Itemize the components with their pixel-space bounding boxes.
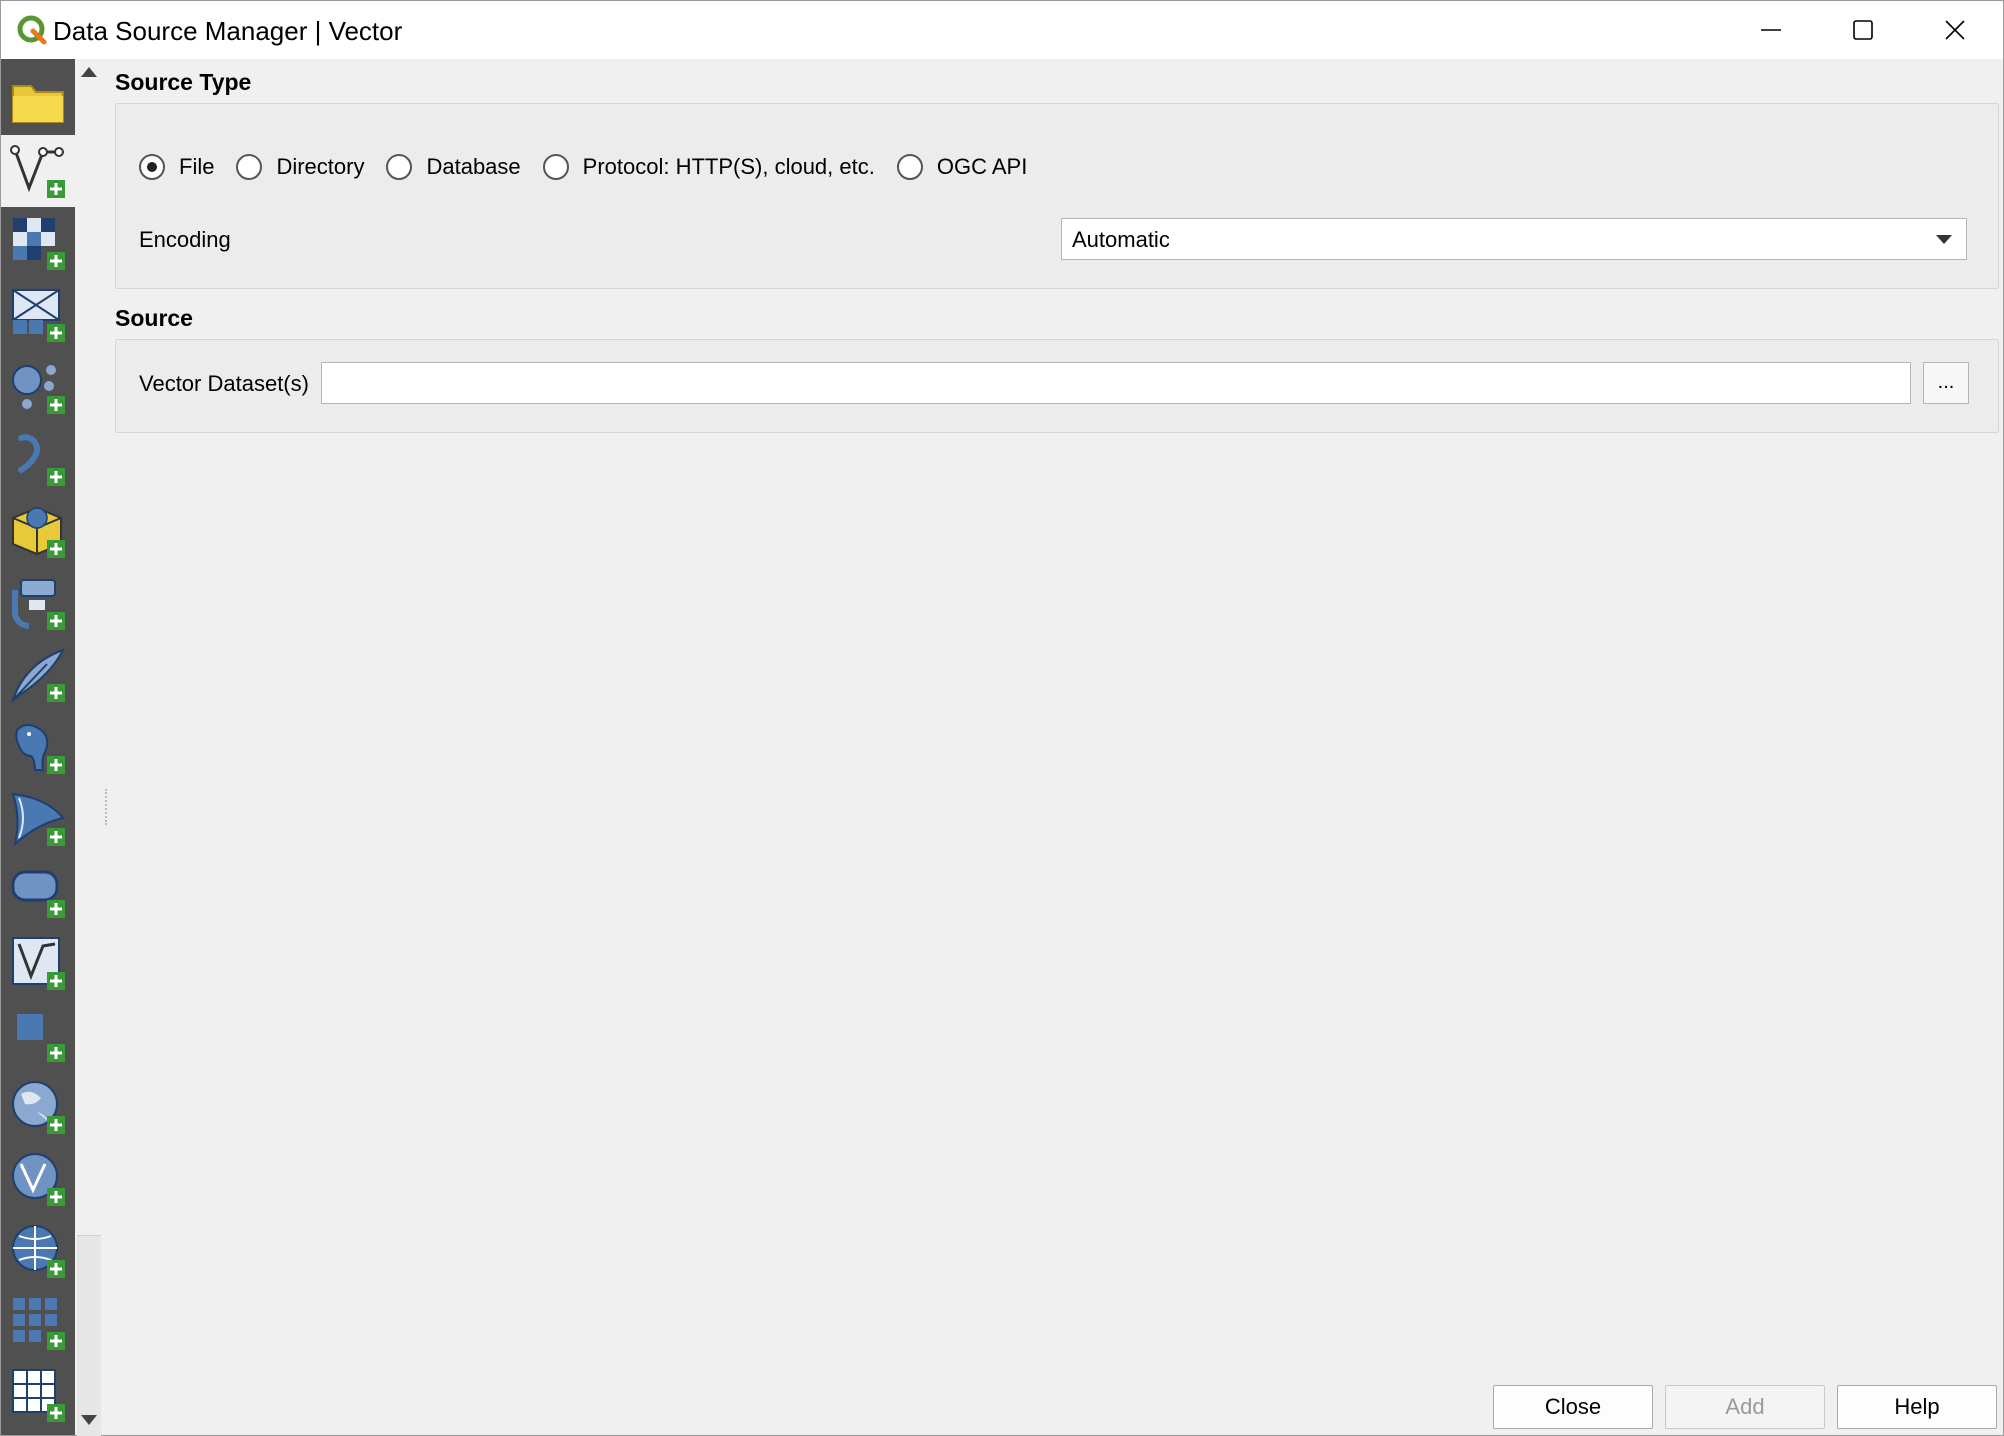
radio-protocol-indicator[interactable] xyxy=(542,154,569,180)
close-button[interactable]: Close xyxy=(1493,1385,1653,1429)
point-cloud-layer-icon xyxy=(12,365,65,414)
scroll-down-icon[interactable] xyxy=(81,1415,97,1425)
minimize-button[interactable] xyxy=(1725,1,1817,59)
sidebar-scrollbar[interactable] xyxy=(75,59,107,1436)
virtual-layer-icon xyxy=(12,937,65,990)
radio-protocol-label: Protocol: HTTP(S), cloud, etc. xyxy=(582,154,875,179)
xyz-tiles-icon xyxy=(13,1298,65,1350)
browser-folder-icon xyxy=(12,85,64,123)
radio-database-indicator[interactable] xyxy=(386,154,413,180)
sidebar-item-virtual-layer[interactable] xyxy=(1,927,75,999)
sidebar-item-browser[interactable] xyxy=(1,65,75,137)
raster-layer-icon xyxy=(13,218,65,270)
postgresql-icon xyxy=(15,724,65,774)
wms-wmts-icon xyxy=(12,1081,65,1134)
maximize-button[interactable] xyxy=(1817,1,1909,59)
vector-tiles-icon xyxy=(12,1369,65,1422)
sidebar-item-xyz-tiles[interactable] xyxy=(1,1287,75,1359)
sidebar-item-point-cloud[interactable] xyxy=(1,351,75,423)
radio-ogc-api-indicator[interactable] xyxy=(896,154,923,180)
source-type-options: File Directory Database Protocol: HTTP(S… xyxy=(139,151,1049,183)
minimize-icon xyxy=(1761,29,1781,31)
window-title: Data Source Manager | Vector xyxy=(53,16,403,46)
mssql-icon xyxy=(11,792,65,847)
sidebar-item-postgresql[interactable] xyxy=(1,711,75,783)
sidebar-item-vector-tiles[interactable] xyxy=(1,1359,75,1431)
sidebar-item-delimited-text[interactable] xyxy=(1,423,75,495)
wcs-icon xyxy=(12,1225,65,1278)
sidebar-item-geopackage[interactable] xyxy=(1,495,75,567)
source-type-sidebar xyxy=(1,59,75,1435)
sidebar-item-wcs[interactable] xyxy=(1,1215,75,1287)
radio-database[interactable]: Database xyxy=(386,154,521,180)
sidebar-item-spatialite[interactable] xyxy=(1,639,75,711)
browse-button[interactable]: ... xyxy=(1923,362,1969,404)
spatialite-icon xyxy=(11,648,66,703)
title-bar[interactable]: Data Source Manager | Vector xyxy=(1,1,2003,59)
close-icon xyxy=(1945,20,1965,40)
qgis-logo-icon xyxy=(17,15,47,45)
sidebar-item-wms-wmts[interactable] xyxy=(1,1071,75,1143)
source-title: Source xyxy=(115,305,193,331)
splitter-handle[interactable] xyxy=(105,789,109,825)
radio-directory-label: Directory xyxy=(276,154,365,179)
vector-dataset-input[interactable] xyxy=(321,362,1911,404)
sidebar-item-oracle[interactable] xyxy=(1,855,75,927)
radio-database-label: Database xyxy=(426,154,521,179)
add-button[interactable]: Add xyxy=(1665,1385,1825,1429)
wfs-ogc-api-icon xyxy=(12,1153,65,1206)
radio-file-label: File xyxy=(179,154,215,179)
help-button[interactable]: Help xyxy=(1837,1385,1997,1429)
radio-file[interactable]: File xyxy=(139,154,214,180)
sidebar-item-raster[interactable] xyxy=(1,207,75,279)
radio-directory[interactable]: Directory xyxy=(236,154,364,180)
radio-file-indicator[interactable] xyxy=(139,154,165,180)
scrollbar-track[interactable] xyxy=(77,1235,101,1436)
gps-icon xyxy=(12,579,65,630)
mesh-layer-icon xyxy=(12,289,65,342)
chevron-down-icon[interactable] xyxy=(1936,235,1952,244)
data-source-manager-window: Data Source Manager | Vector Source Type… xyxy=(0,0,2004,1436)
radio-ogc-api[interactable]: OGC API xyxy=(896,154,1028,180)
radio-protocol[interactable]: Protocol: HTTP(S), cloud, etc. xyxy=(542,154,875,180)
sap-hana-icon xyxy=(17,1014,65,1062)
sidebar-item-mssql[interactable] xyxy=(1,783,75,855)
sidebar-item-sap-hana[interactable] xyxy=(1,999,75,1071)
scroll-up-icon[interactable] xyxy=(81,67,97,77)
radio-ogc-api-label: OGC API xyxy=(936,154,1028,179)
encoding-value: Automatic xyxy=(1072,227,1170,252)
source-type-title: Source Type xyxy=(115,69,252,95)
encoding-combobox[interactable]: Automatic xyxy=(1061,218,1967,260)
close-window-button[interactable] xyxy=(1909,1,2001,59)
vector-layer-icon xyxy=(10,145,65,198)
sidebar-item-wfs-ogc-api[interactable] xyxy=(1,1143,75,1215)
oracle-icon xyxy=(11,870,65,918)
radio-directory-indicator[interactable] xyxy=(236,154,263,180)
sidebar-item-vector[interactable] xyxy=(1,135,75,207)
sidebar-item-mesh[interactable] xyxy=(1,279,75,351)
delimited-text-icon xyxy=(18,434,65,486)
vector-dataset-label: Vector Dataset(s) xyxy=(139,371,309,396)
maximize-icon xyxy=(1853,20,1873,40)
geopackage-icon xyxy=(12,506,65,558)
sidebar-item-gps[interactable] xyxy=(1,567,75,639)
source-type-group xyxy=(115,103,1999,289)
encoding-label: Encoding xyxy=(139,227,231,252)
